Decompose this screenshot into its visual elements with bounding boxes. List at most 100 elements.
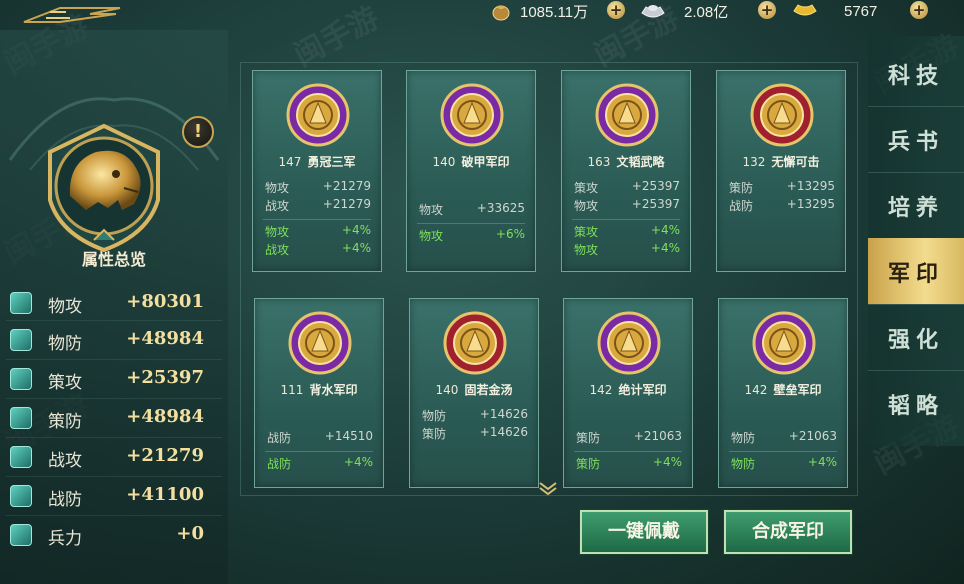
seal-card[interactable]: 140 固若金汤物防 +14626 策防 +14626: [409, 298, 539, 488]
scroll-down-chevron-icon[interactable]: [537, 480, 559, 496]
seal-level: 140: [435, 383, 459, 397]
coin-value: 1085.11万: [520, 3, 589, 21]
tab-1[interactable]: 兵书: [868, 106, 964, 172]
seal-base-stat: 物攻 +21279: [265, 179, 371, 196]
gold-ingot-icon: [793, 4, 817, 16]
stat-value: +21279: [126, 445, 204, 466]
seal-base-stat: 物防 +21063: [731, 429, 837, 446]
stat-row: 战攻 +21279: [0, 438, 228, 474]
seal-level: 147: [278, 155, 302, 169]
seal-name: 破甲军印: [461, 155, 510, 169]
stat-value: +48984: [126, 406, 204, 427]
tab-5[interactable]: 韬略: [868, 370, 964, 436]
silver-ingot-icon: [641, 5, 665, 18]
seal-title: 111 背水军印: [255, 381, 383, 398]
bonus-divider: [263, 219, 371, 220]
stat-key: 战防: [267, 457, 292, 471]
battle-attack-icon: [10, 446, 32, 468]
seal-bonus-stat: 战防 +4%: [267, 455, 373, 472]
stat-value: +21279: [322, 197, 371, 211]
back-wing-icon[interactable]: [20, 4, 130, 26]
seal-bonus-stat: 物防 +4%: [731, 455, 837, 472]
seal-card[interactable]: 147 勇冠三军 物攻 +21279 战攻 +21279 物攻 +4% 战攻 +4%: [252, 70, 382, 272]
resource-silver: 2.08亿: [640, 0, 728, 22]
seal-card[interactable]: 142 壁垒军印 物防 +21063 物防 +4%: [718, 298, 848, 488]
seal-card[interactable]: 163 文韬武略 策攻 +25397 物攻 +25397 策攻 +4% 物攻 +4%: [561, 70, 691, 272]
tab-label: 科技: [887, 63, 944, 89]
stat-value: +25397: [631, 179, 680, 193]
bonus-divider: [574, 451, 682, 452]
stat-key: 物防: [731, 431, 756, 445]
tab-3[interactable]: 军印: [868, 238, 964, 304]
seal-base-stat: 策防 +13295: [729, 179, 835, 196]
stat-key: 战攻: [265, 199, 290, 213]
tab-4[interactable]: 强化: [868, 304, 964, 370]
stat-key: 战防: [729, 199, 754, 213]
strategy-defense-icon: [10, 407, 32, 429]
stat-value: +13295: [786, 197, 835, 211]
arrowhead-seal-icon: [288, 311, 352, 375]
stat-value: +0: [176, 523, 204, 544]
seal-base-stat: 物攻 +25397: [574, 197, 680, 214]
stat-value: +33625: [476, 201, 525, 215]
seal-card[interactable]: 140 破甲军印 物攻 +33625 物攻 +6%: [406, 70, 536, 272]
stat-name: 物攻: [48, 297, 82, 317]
seal-level: 140: [432, 155, 456, 169]
bonus-divider: [572, 219, 680, 220]
stat-value: +6%: [495, 227, 525, 241]
beast-claw-seal-icon: [597, 311, 661, 375]
resource-coin: 1085.11万: [490, 0, 588, 22]
seal-bonus-stat: 策攻 +4%: [574, 223, 680, 240]
seal-card[interactable]: 111 背水军印战防 +14510 战防 +4%: [254, 298, 384, 488]
stat-name: 战防: [48, 490, 82, 510]
info-button[interactable]: !: [182, 116, 214, 148]
seal-bonus-stat: 战攻 +4%: [265, 241, 371, 258]
seal-base-stat: 物防 +14626: [422, 407, 528, 424]
seal-title: 142 绝计军印: [564, 381, 692, 398]
stat-row: 策防 +48984: [0, 399, 228, 435]
stat-name: 兵力: [48, 529, 82, 549]
seal-base-stat: 策防 +21063: [576, 429, 682, 446]
swirl-seal-icon: [595, 83, 659, 147]
bonus-divider: [417, 223, 525, 224]
tab-label: 韬略: [887, 393, 944, 419]
seal-base-stat: 策防 +14626: [422, 425, 528, 442]
seal-base-stat: 物攻 +33625: [419, 201, 525, 218]
add-coin-button[interactable]: +: [607, 1, 625, 19]
seal-base-stat: 战防 +14510: [267, 429, 373, 446]
seal-card[interactable]: 142 绝计军印 策防 +21063 策防 +4%: [563, 298, 693, 488]
tab-label: 兵书: [887, 129, 944, 155]
seal-title: 142 壁垒军印: [719, 381, 847, 398]
stat-value: +48984: [126, 328, 204, 349]
stat-value: +80301: [126, 291, 204, 312]
resource-gold: 5767: [792, 0, 877, 22]
stat-value: +14626: [479, 425, 528, 439]
equip-all-button[interactable]: 一键佩戴: [580, 510, 708, 554]
stat-key: 物攻: [265, 181, 290, 195]
tab-label: 军印: [887, 261, 944, 287]
stat-row: 战防 +41100: [0, 477, 228, 513]
seal-bonus-stat: 物攻 +4%: [265, 223, 371, 240]
add-silver-button[interactable]: +: [758, 1, 776, 19]
seal-title: 140 固若金汤: [410, 381, 538, 398]
stat-key: 物攻: [419, 203, 444, 217]
resource-bar: 1085.11万 + 2.08亿 + 5767 +: [0, 0, 964, 26]
stat-name: 策攻: [48, 373, 82, 393]
bonus-divider: [729, 451, 837, 452]
tab-2[interactable]: 培养: [868, 172, 964, 238]
stat-key: 物攻: [574, 199, 599, 213]
troops-icon: [10, 524, 32, 546]
seal-base-stat: 战防 +13295: [729, 197, 835, 214]
add-gold-button[interactable]: +: [910, 1, 928, 19]
seal-level: 111: [280, 383, 304, 397]
seal-level: 142: [744, 383, 768, 397]
seal-bonus-stat: 物攻 +6%: [419, 227, 525, 244]
seal-card[interactable]: 132 无懈可击 策防 +13295 战防 +13295: [716, 70, 846, 272]
tab-0[interactable]: 科技: [868, 40, 964, 106]
tab-label: 培养: [887, 195, 944, 221]
synthesize-seal-button[interactable]: 合成军印: [724, 510, 852, 554]
seal-name: 背水军印: [309, 383, 358, 397]
stat-row: 策攻 +25397: [0, 360, 228, 396]
seal-name: 固若金汤: [464, 383, 513, 397]
stat-value: +4%: [807, 455, 837, 469]
